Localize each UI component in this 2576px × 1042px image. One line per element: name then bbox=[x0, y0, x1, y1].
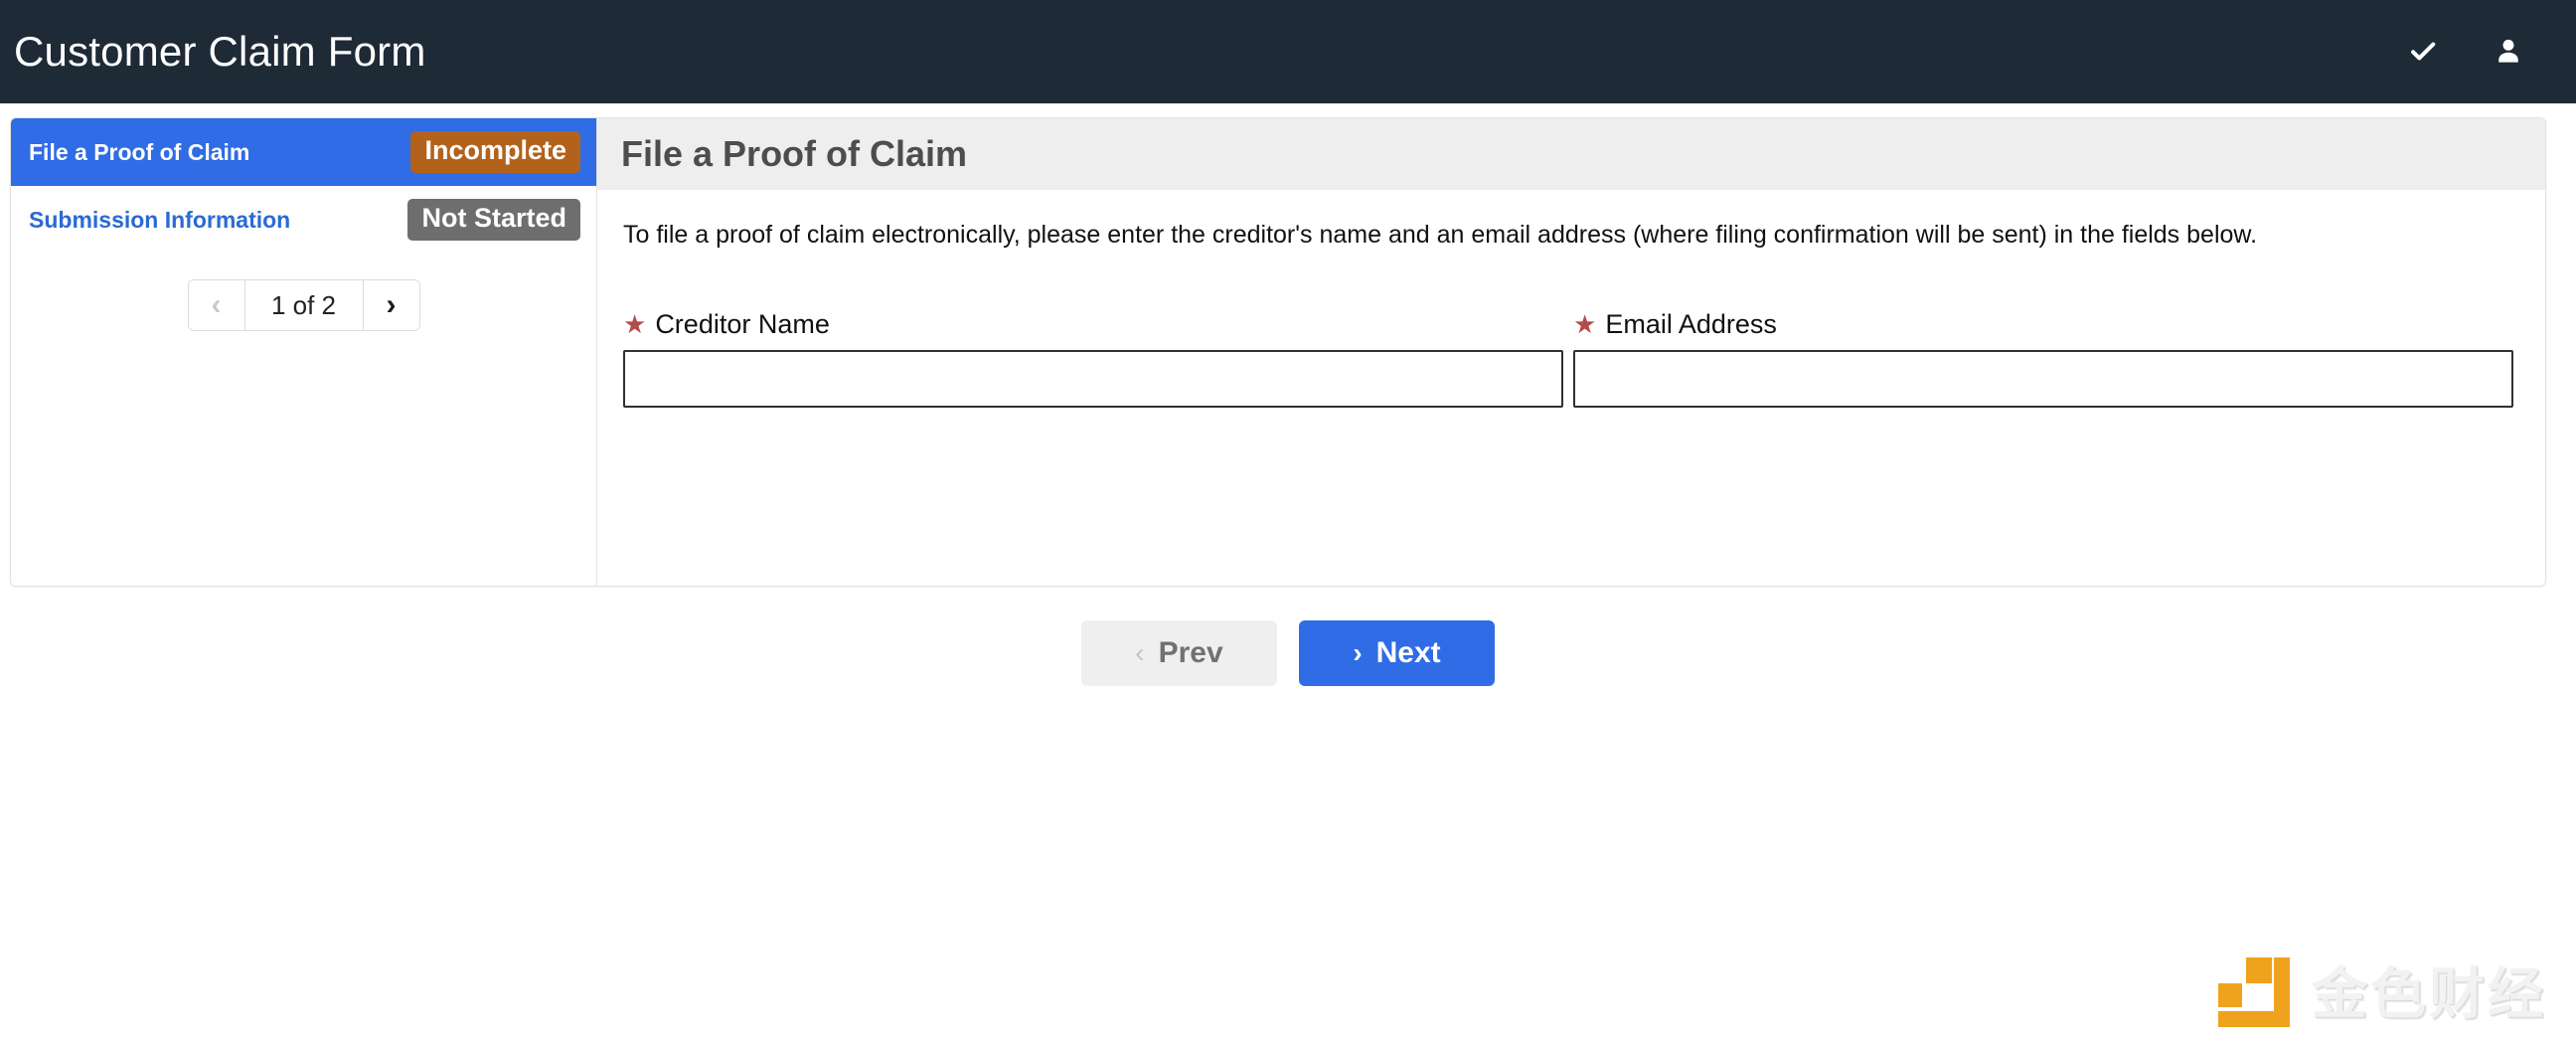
required-star-icon: ★ bbox=[623, 309, 647, 339]
wizard-nav-buttons: ‹ Prev › Next bbox=[0, 620, 2576, 686]
header-actions bbox=[2403, 32, 2528, 72]
panel-header: File a Proof of Claim bbox=[597, 118, 2545, 190]
check-icon[interactable] bbox=[2403, 32, 2443, 72]
form-wizard-container: File a Proof of Claim Incomplete Submiss… bbox=[10, 117, 2546, 587]
chevron-right-icon[interactable]: › bbox=[363, 280, 419, 330]
sidebar-pagination-wrap: ‹ 1 of 2 › bbox=[11, 279, 596, 331]
pagination: ‹ 1 of 2 › bbox=[187, 279, 420, 331]
prev-button-label: Prev bbox=[1158, 636, 1223, 669]
form-fields: ★ Creditor Name ★ Email Address bbox=[623, 309, 2513, 408]
logo-square-top bbox=[2246, 956, 2272, 983]
next-button[interactable]: › Next bbox=[1299, 620, 1495, 686]
chevron-left-icon[interactable]: ‹ bbox=[188, 280, 244, 330]
email-address-input[interactable] bbox=[1573, 349, 2513, 408]
status-badge-not-started: Not Started bbox=[407, 199, 580, 241]
wizard-main-panel: File a Proof of Claim To file a proof of… bbox=[597, 118, 2545, 586]
app-title: Customer Claim Form bbox=[14, 28, 426, 75]
app-header: Customer Claim Form bbox=[0, 0, 2576, 103]
field-creditor-name: ★ Creditor Name bbox=[623, 309, 1563, 408]
email-address-label: ★ Email Address bbox=[1573, 309, 2513, 340]
field-label-text: Creditor Name bbox=[655, 308, 830, 339]
page-body: File a Proof of Claim Incomplete Submiss… bbox=[0, 103, 2576, 1042]
sidebar-item-file-a-proof-of-claim[interactable]: File a Proof of Claim Incomplete bbox=[11, 118, 596, 186]
chevron-right-icon: › bbox=[1353, 637, 1363, 668]
sidebar-item-submission-information[interactable]: Submission Information Not Started bbox=[11, 186, 596, 254]
status-badge-incomplete: Incomplete bbox=[410, 131, 580, 173]
sidebar-item-label: Submission Information bbox=[29, 206, 291, 233]
chevron-left-icon: ‹ bbox=[1135, 637, 1145, 668]
field-email-address: ★ Email Address bbox=[1573, 309, 2513, 408]
creditor-name-input[interactable] bbox=[623, 349, 1563, 408]
sidebar-item-label: File a Proof of Claim bbox=[29, 138, 250, 165]
page-title: File a Proof of Claim bbox=[621, 133, 968, 174]
watermark-text: 金色财经 bbox=[2312, 962, 2546, 1025]
user-icon[interactable] bbox=[2489, 32, 2528, 72]
field-label-text: Email Address bbox=[1605, 308, 1777, 339]
jinse-logo-icon bbox=[2216, 954, 2290, 1027]
creditor-name-label: ★ Creditor Name bbox=[623, 309, 1563, 340]
required-star-icon: ★ bbox=[1573, 309, 1597, 339]
watermark: 金色财经 bbox=[2216, 950, 2546, 1030]
prev-button[interactable]: ‹ Prev bbox=[1081, 620, 1277, 686]
page-count-label: 1 of 2 bbox=[243, 280, 364, 330]
logo-square-left bbox=[2218, 982, 2242, 1007]
wizard-sidebar: File a Proof of Claim Incomplete Submiss… bbox=[11, 118, 597, 586]
next-button-label: Next bbox=[1375, 636, 1441, 669]
instructions-text: To file a proof of claim electronically,… bbox=[623, 221, 2258, 249]
panel-body: To file a proof of claim electronically,… bbox=[597, 190, 2545, 408]
